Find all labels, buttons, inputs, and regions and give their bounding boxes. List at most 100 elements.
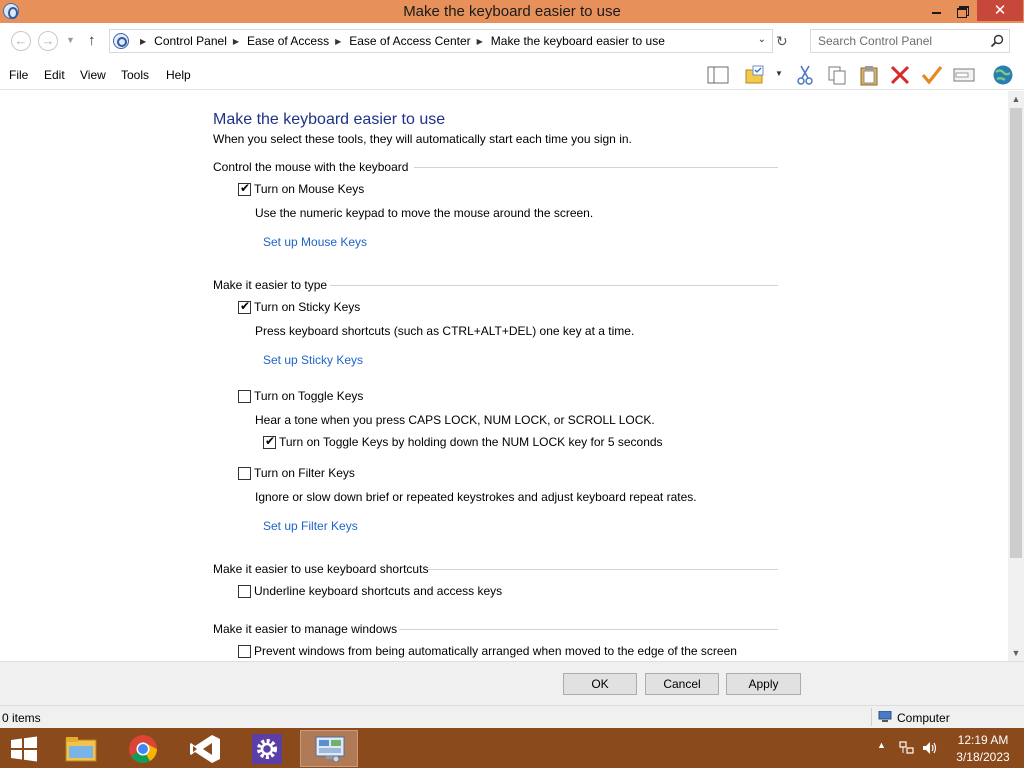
apply-button[interactable]: Apply: [726, 673, 801, 695]
status-bar: 0 items Computer: [0, 705, 1024, 728]
status-location: Computer: [897, 711, 950, 725]
clock-time: 12:19 AM: [957, 733, 1009, 747]
recent-locations-button[interactable]: ▼: [66, 35, 75, 45]
settings-icon: [252, 734, 282, 764]
section-divider: [330, 285, 778, 286]
properties-icon[interactable]: [952, 64, 976, 86]
setup-sticky-keys-link[interactable]: Set up Sticky Keys: [263, 353, 363, 367]
menu-toolbar-row: File Edit View Tools Help ▼: [0, 60, 1024, 90]
filter-keys-checkbox[interactable]: [238, 467, 251, 480]
scroll-down-icon[interactable]: ▼: [1008, 645, 1024, 661]
window-title: Make the keyboard easier to use: [403, 3, 621, 20]
setup-filter-keys-link[interactable]: Set up Filter Keys: [263, 519, 358, 533]
control-panel-icon: [113, 33, 129, 49]
breadcrumb-ease-of-access-center[interactable]: Ease of Access Center: [349, 34, 470, 48]
chrome-icon: [129, 735, 157, 763]
show-hidden-icons-button[interactable]: ▲: [877, 740, 886, 768]
file-explorer-icon: [65, 737, 97, 762]
mouse-keys-description: Use the numeric keypad to move the mouse…: [255, 206, 594, 220]
taskbar-chrome[interactable]: [114, 730, 172, 767]
taskbar-settings[interactable]: [238, 730, 296, 767]
network-icon[interactable]: [899, 741, 915, 755]
back-button[interactable]: ←: [11, 31, 31, 51]
taskbar-clock[interactable]: 12:19 AM 3/18/2023: [948, 732, 1018, 766]
folder-options-icon[interactable]: [744, 64, 768, 86]
main-content: Make the keyboard easier to use When you…: [0, 91, 1008, 661]
computer-icon: [878, 711, 892, 722]
status-divider: [871, 708, 872, 726]
section-divider: [428, 569, 778, 570]
mouse-keys-label[interactable]: Turn on Mouse Keys: [254, 182, 364, 196]
underline-shortcuts-checkbox[interactable]: [238, 585, 251, 598]
menu-tools[interactable]: Tools: [121, 68, 149, 82]
scrollbar-thumb[interactable]: [1010, 108, 1022, 558]
menu-edit[interactable]: Edit: [44, 68, 65, 82]
vertical-scrollbar[interactable]: ▲ ▼: [1008, 91, 1024, 661]
filter-keys-label[interactable]: Turn on Filter Keys: [254, 466, 355, 480]
page-title: Make the keyboard easier to use: [213, 111, 446, 128]
title-bar: Make the keyboard easier to use ✕: [0, 0, 1024, 23]
cut-icon[interactable]: [793, 64, 817, 86]
control-panel-icon: [315, 736, 345, 763]
refresh-button[interactable]: ↻: [776, 33, 788, 50]
filter-keys-description: Ignore or slow down brief or repeated ke…: [255, 490, 697, 504]
breadcrumb-current-page[interactable]: Make the keyboard easier to use: [491, 34, 665, 48]
breadcrumb-separator-icon[interactable]: ▶: [140, 37, 146, 46]
breadcrumb-control-panel[interactable]: Control Panel: [154, 34, 227, 48]
address-row: ← → ▼ ↑ ▶ Control Panel ▶ Ease of Access ▶ Ea…: [0, 23, 1024, 60]
item-count: 0 items: [2, 711, 41, 725]
mouse-keys-checkbox[interactable]: [238, 181, 251, 196]
minimize-button[interactable]: [924, 0, 950, 21]
taskbar-file-explorer[interactable]: [52, 730, 110, 767]
search-input[interactable]: [811, 30, 986, 52]
setup-mouse-keys-link[interactable]: Set up Mouse Keys: [263, 235, 367, 249]
menu-file[interactable]: File: [9, 68, 28, 82]
address-dropdown-icon[interactable]: ⌄: [758, 34, 766, 45]
copy-icon[interactable]: [825, 64, 849, 86]
up-arrow-icon: ↑: [88, 32, 96, 49]
scroll-up-icon[interactable]: ▲: [1008, 91, 1024, 107]
ok-button[interactable]: OK: [563, 673, 637, 695]
breadcrumb-separator-icon[interactable]: ▶: [335, 37, 341, 46]
start-button-icon[interactable]: [10, 736, 38, 762]
close-button[interactable]: ✕: [977, 0, 1023, 21]
section-divider: [414, 167, 778, 168]
globe-icon[interactable]: [991, 64, 1015, 86]
paste-icon[interactable]: [857, 64, 881, 86]
taskbar-visual-studio[interactable]: [176, 730, 234, 767]
taskbar-control-panel[interactable]: [300, 730, 358, 767]
check-icon[interactable]: [920, 64, 944, 86]
breadcrumb-ease-of-access[interactable]: Ease of Access: [247, 34, 329, 48]
sticky-keys-checkbox[interactable]: [238, 299, 251, 314]
forward-arrow-icon: →: [41, 33, 55, 48]
search-box[interactable]: [810, 29, 1010, 53]
delete-icon[interactable]: [888, 64, 912, 86]
underline-shortcuts-label[interactable]: Underline keyboard shortcuts and access …: [254, 584, 502, 598]
refresh-icon: ↻: [776, 33, 788, 49]
restore-button[interactable]: [950, 0, 976, 21]
sticky-keys-label[interactable]: Turn on Sticky Keys: [254, 300, 360, 314]
back-arrow-icon: ←: [14, 33, 28, 48]
address-bar[interactable]: ▶ Control Panel ▶ Ease of Access ▶ Ease of Ac…: [109, 29, 773, 53]
menu-help[interactable]: Help: [166, 68, 191, 82]
prevent-arrange-label[interactable]: Prevent windows from being automatically…: [254, 644, 737, 658]
prevent-arrange-checkbox[interactable]: [238, 645, 251, 658]
breadcrumb-separator-icon[interactable]: ▶: [477, 37, 483, 46]
cancel-button[interactable]: Cancel: [645, 673, 719, 695]
up-button[interactable]: ↑: [88, 32, 96, 49]
toggle-keys-checkbox[interactable]: [238, 390, 251, 403]
toggle-keys-hold-label[interactable]: Turn on Toggle Keys by holding down the …: [279, 435, 663, 449]
toggle-keys-label[interactable]: Turn on Toggle Keys: [254, 389, 363, 403]
section-title-windows: Make it easier to manage windows: [213, 622, 398, 636]
layout-pane-icon[interactable]: [706, 64, 730, 86]
page-subtitle: When you select these tools, they will a…: [213, 132, 632, 146]
folder-options-dropdown-icon[interactable]: ▼: [775, 69, 783, 78]
menu-view[interactable]: View: [80, 68, 106, 82]
toggle-keys-hold-checkbox[interactable]: [263, 434, 276, 449]
breadcrumb-separator-icon[interactable]: ▶: [233, 37, 239, 46]
taskbar: ▲ 12:19 AM 3/18/2023: [0, 728, 1024, 768]
visual-studio-icon: [190, 735, 220, 763]
search-icon[interactable]: [990, 34, 1004, 48]
forward-button[interactable]: →: [38, 31, 58, 51]
volume-icon[interactable]: [922, 741, 938, 755]
